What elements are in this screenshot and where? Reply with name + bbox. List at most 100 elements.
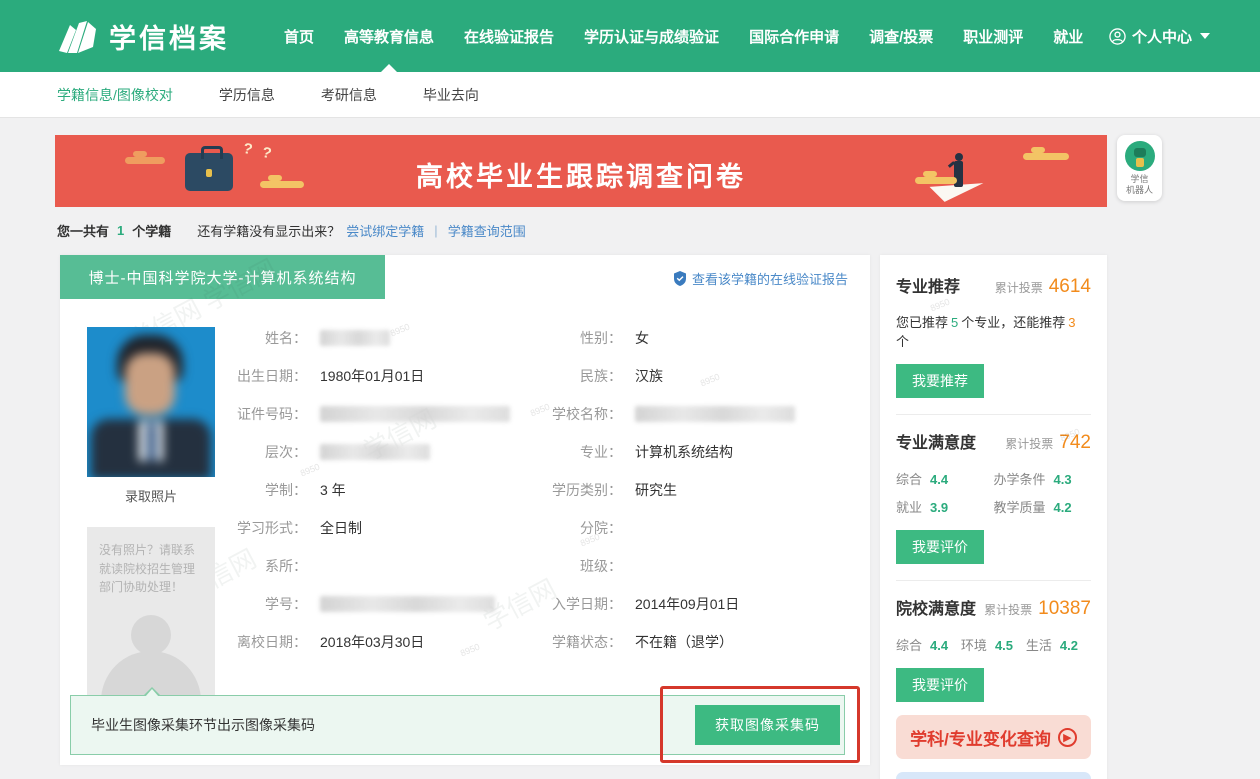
major-evaluate-button[interactable]: 我要评价 [896, 530, 984, 564]
school-satisfaction-votes-count: 10387 [1038, 598, 1091, 620]
school-satisfaction-section: 院校满意度 累计投票 10387 综合4.4 环境4.5 生活4.2 我要评价 [896, 595, 1091, 702]
user-menu[interactable]: 个人中心 [1109, 26, 1210, 47]
major-satisfaction-title: 专业满意度 [896, 429, 976, 453]
get-image-collection-code-button[interactable]: 获取图像采集码 [695, 705, 840, 745]
shield-icon [673, 271, 687, 286]
online-verification-report-link[interactable]: 查看该学籍的在线验证报告 [673, 269, 848, 288]
nav-online-verification[interactable]: 在线验证报告 [464, 0, 554, 73]
thesis-check-banner[interactable]: 毕业论文查重 去查重 [896, 772, 1091, 779]
subject-change-query-banner[interactable]: 学科/专业变化查询 ▶ [896, 715, 1091, 759]
field-branch: 分院： [520, 517, 840, 539]
field-id-number: 证件号码： [215, 403, 520, 425]
field-level: 层次： [215, 441, 520, 463]
divider [896, 580, 1091, 581]
site-logo[interactable]: 学信档案 [55, 17, 229, 56]
image-collection-text: 毕业生图像采集环节出示图像采集码 [91, 715, 315, 735]
recommend-status-line: 您已推荐5个专业，还能推荐3个 [896, 312, 1091, 350]
major-ratings: 综合4.4 办学条件4.3 就业3.9 教学质量4.2 [896, 460, 1091, 516]
main-nav: 首页 高等教育信息 在线验证报告 学历认证与成绩验证 国际合作申请 调查/投票 … [284, 0, 1109, 73]
subnav-postgrad-info[interactable]: 考研信息 [321, 85, 377, 105]
field-birth-date: 出生日期： 1980年01月01日 [215, 365, 520, 387]
sub-nav: 学籍信息/图像校对 学历信息 考研信息 毕业去向 [0, 72, 1260, 118]
field-enrollment-status: 学籍状态： 不在籍（退学） [520, 631, 840, 653]
redacted-value [635, 406, 795, 422]
fields-right-column: 性别： 女 民族： 汉族 学校名称： 专业： 计算机系统结构 学历类别： [520, 327, 840, 727]
school-satisfaction-votes-label: 累计投票 [984, 601, 1032, 618]
photo-column: 录取照片 没有照片？请联系就读院校招生管理部门协助处理！ 学历照片 [60, 327, 215, 727]
degree-photo-placeholder: 没有照片？请联系就读院校招生管理部门协助处理！ [87, 527, 215, 699]
field-major: 专业： 计算机系统结构 [520, 441, 840, 463]
field-student-number: 学号： [215, 593, 520, 615]
summary-prefix: 您一共有 [57, 221, 109, 240]
chsi-robot-widget[interactable]: 学信 机器人 [1117, 135, 1162, 201]
summary-question: 还有学籍没有显示出来？ [197, 221, 340, 240]
redacted-value [320, 330, 390, 346]
rating-item: 就业3.9 [896, 497, 994, 516]
card-body: 录取照片 没有照片？请联系就读院校招生管理部门协助处理！ 学历照片 姓名： 出生… [60, 327, 870, 727]
blurred-portrait [87, 327, 215, 477]
school-satisfaction-title: 院校满意度 [896, 595, 976, 619]
no-photo-hint: 没有照片？请联系就读院校招生管理部门协助处理！ [87, 527, 215, 597]
nav-credential-authentication[interactable]: 学历认证与成绩验证 [584, 0, 719, 73]
nav-survey-vote[interactable]: 调查/投票 [869, 0, 933, 73]
field-ethnicity: 民族： 汉族 [520, 365, 840, 387]
subnav-enrollment-photo-check[interactable]: 学籍信息/图像校对 [57, 85, 173, 105]
paper-plane-illustration [902, 145, 1012, 205]
link-separator: | [434, 223, 437, 238]
nav-international-cooperation[interactable]: 国际合作申请 [749, 0, 839, 73]
major-satisfaction-votes-label: 累计投票 [1005, 435, 1053, 452]
rating-item: 环境4.5 [961, 635, 1026, 654]
robot-label: 学信 机器人 [1126, 174, 1153, 197]
enrollment-query-scope-link[interactable]: 学籍查询范围 [448, 221, 526, 240]
nav-home[interactable]: 首页 [284, 0, 314, 73]
card-header-row: 博士-中国科学院大学-计算机系统结构 查看该学籍的在线验证报告 [60, 255, 870, 299]
cloud-decoration [1023, 153, 1069, 160]
field-gender: 性别： 女 [520, 327, 840, 349]
enrollment-count: 1 [115, 223, 126, 238]
fields-left-column: 姓名： 出生日期： 1980年01月01日 证件号码： 层次： 学制： [215, 327, 520, 727]
recommend-votes-count: 4614 [1049, 276, 1091, 298]
subnav-degree-info[interactable]: 学历信息 [219, 85, 275, 105]
field-department: 系所： [215, 555, 520, 577]
field-school-name: 学校名称： [520, 403, 840, 425]
admission-photo-label: 录取照片 [87, 486, 215, 505]
logo-text: 学信档案 [109, 17, 229, 56]
top-header: 学信档案 首页 高等教育信息 在线验证报告 学历认证与成绩验证 国际合作申请 调… [0, 0, 1260, 72]
school-ratings: 综合4.4 环境4.5 生活4.2 [896, 626, 1091, 654]
rating-item: 生活4.2 [1026, 635, 1091, 654]
nav-higher-education[interactable]: 高等教育信息 [344, 0, 434, 73]
bind-enrollment-link[interactable]: 尝试绑定学籍 [346, 221, 424, 240]
chevron-down-icon [1200, 33, 1210, 39]
field-leave-date: 离校日期： 2018年03月30日 [215, 631, 520, 653]
rating-item: 综合4.4 [896, 469, 994, 488]
field-class: 班级： [520, 555, 840, 577]
recommend-title: 专业推荐 [896, 273, 960, 297]
major-satisfaction-section: 专业满意度 累计投票 742 综合4.4 办学条件4.3 就业3.9 教学质量4… [896, 429, 1091, 564]
nav-career-assessment[interactable]: 职业测评 [963, 0, 1023, 73]
redacted-value [320, 406, 510, 422]
cloud-decoration [915, 177, 957, 184]
major-satisfaction-votes-count: 742 [1059, 432, 1091, 454]
rating-item: 办学条件4.3 [994, 469, 1092, 488]
divider [896, 414, 1091, 415]
recommend-button[interactable]: 我要推荐 [896, 364, 984, 398]
field-study-length: 学制： 3 年 [215, 479, 520, 501]
enrollment-summary: 您一共有 1 个学籍 还有学籍没有显示出来？ 尝试绑定学籍 | 学籍查询范围 [57, 221, 526, 240]
enrollment-tab[interactable]: 博士-中国科学院大学-计算机系统结构 [60, 255, 385, 299]
nav-employment[interactable]: 就业 [1053, 0, 1083, 73]
redacted-value [320, 596, 495, 612]
student-fields: 姓名： 出生日期： 1980年01月01日 证件号码： 层次： 学制： [215, 327, 870, 727]
field-admission-date: 入学日期： 2014年09月01日 [520, 593, 840, 615]
arrow-right-icon: ▶ [1058, 728, 1077, 747]
school-evaluate-button[interactable]: 我要评价 [896, 668, 984, 702]
redacted-value [320, 444, 430, 460]
student-record-card: 学信网 学信网 学信网 学信网 学信网 8950 8950 8950 8950 … [60, 255, 870, 765]
logo-icon [55, 17, 99, 55]
subnav-graduation-destination[interactable]: 毕业去向 [423, 85, 479, 105]
rating-item: 教学质量4.2 [994, 497, 1092, 516]
user-icon [1109, 28, 1126, 45]
admission-photo [87, 327, 215, 477]
recommend-votes-label: 累计投票 [995, 279, 1043, 296]
robot-avatar-icon [1125, 141, 1155, 171]
survey-banner[interactable]: ? ? 高校毕业生跟踪调查问卷 [55, 135, 1107, 207]
